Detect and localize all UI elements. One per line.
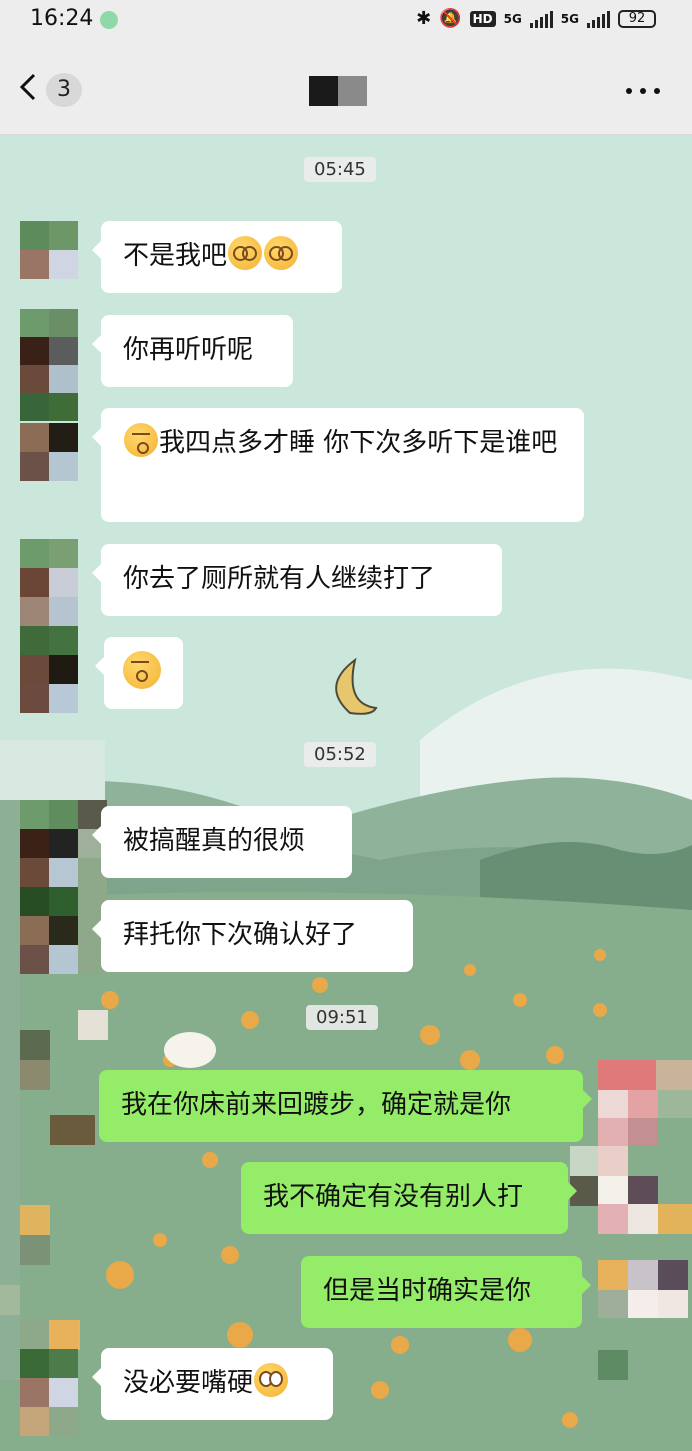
- status-icons: ✱ 🔕 HD 5G 5G 92: [416, 8, 656, 29]
- avatar[interactable]: [20, 539, 78, 713]
- avatar[interactable]: [20, 309, 78, 421]
- message-text: 没必要嘴硬: [123, 1368, 254, 1398]
- battery-icon: 92: [618, 9, 656, 28]
- signal-bars-icon: [529, 10, 553, 28]
- status-time: 16:24: [30, 6, 94, 31]
- message-text: 我在你床前来回踱步，确定就是你: [121, 1090, 512, 1120]
- message-text: 你再听听呢: [123, 335, 254, 365]
- message-bubble-incoming[interactable]: 不是我吧: [92, 221, 342, 293]
- avatar[interactable]: [20, 221, 78, 279]
- hd-icon: HD: [469, 10, 496, 27]
- signal-label-1: 5G: [503, 11, 522, 26]
- message-text: 你去了厕所就有人继续打了: [123, 564, 436, 594]
- flushed-emoji-icon: [254, 1363, 289, 1397]
- unread-count-badge[interactable]: 3: [46, 73, 82, 107]
- chevron-left-icon[interactable]: [14, 72, 44, 102]
- message-text: 被搞醒真的很烦: [123, 826, 306, 856]
- dizzy-emoji-icon: [264, 236, 299, 270]
- pixelated-right-strip: [570, 1060, 692, 1451]
- message-bubble-incoming[interactable]: 没必要嘴硬: [92, 1348, 333, 1420]
- timestamp: 05:45: [304, 157, 376, 182]
- avatar[interactable]: [20, 423, 78, 481]
- message-bubble-outgoing[interactable]: 我在你床前来回踱步，确定就是你: [99, 1070, 592, 1142]
- message-bubble-incoming[interactable]: 拜托你下次确认好了: [92, 900, 413, 972]
- message-text: 我四点多才睡 你下次多听下是谁吧: [159, 428, 558, 458]
- message-bubble-incoming[interactable]: 你去了厕所就有人继续打了: [92, 544, 502, 616]
- chat-header: 3: [0, 42, 692, 135]
- kissing-emoji-icon: [123, 651, 161, 689]
- chat-title-redacted: [309, 76, 367, 106]
- timestamp: 05:52: [304, 742, 376, 767]
- message-bubble-outgoing[interactable]: 我不确定有没有别人打: [241, 1162, 577, 1234]
- status-bar: 16:24 ✱ 🔕 HD 5G 5G 92: [0, 0, 692, 42]
- message-bubble-incoming[interactable]: 被搞醒真的很烦: [92, 806, 352, 878]
- avatar[interactable]: [20, 1320, 78, 1436]
- more-dots-icon[interactable]: [626, 88, 660, 94]
- shield-icon: [100, 11, 118, 29]
- message-bubble-outgoing[interactable]: 但是当时确实是你: [301, 1256, 591, 1328]
- mute-icon: 🔕: [439, 8, 462, 29]
- signal-bars-icon-2: [587, 10, 610, 28]
- timestamp: 09:51: [306, 1005, 378, 1030]
- bluetooth-icon: ✱: [416, 8, 432, 29]
- message-bubble-incoming[interactable]: [95, 637, 183, 709]
- message-text: 不是我吧: [123, 241, 228, 271]
- signal-label-2: 5G: [560, 11, 579, 26]
- dizzy-emoji-icon: [228, 236, 263, 270]
- kissing-emoji-icon: [124, 423, 158, 457]
- message-text: 我不确定有没有别人打: [263, 1182, 524, 1212]
- message-text: 但是当时确实是你: [323, 1276, 532, 1306]
- message-text: 拜托你下次确认好了: [123, 920, 358, 950]
- message-bubble-incoming[interactable]: 我四点多才睡 你下次多听下是谁吧: [92, 408, 584, 522]
- message-bubble-incoming[interactable]: 你再听听呢: [92, 315, 293, 387]
